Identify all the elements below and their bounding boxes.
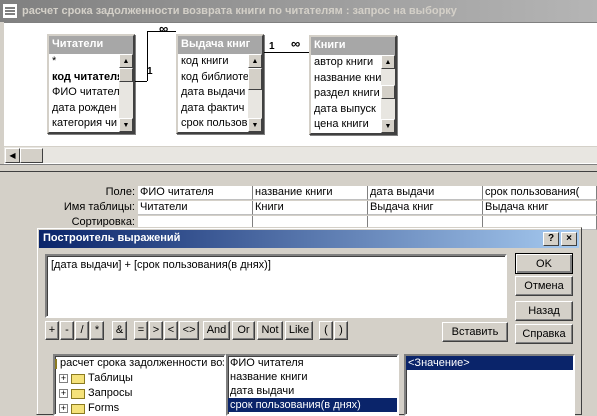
operator-button-and[interactable]: And <box>203 321 230 340</box>
operator-button-divide[interactable]: / <box>75 321 89 340</box>
query-window-title-bar[interactable]: расчет срока задолженности возврата книг… <box>0 0 597 22</box>
table-issues-scrollbar[interactable]: ▲ ▼ <box>248 54 262 132</box>
operator-button-multiply[interactable]: * <box>90 321 104 340</box>
operator-button-minus[interactable]: - <box>60 321 74 340</box>
list-item[interactable]: ФИО читателя <box>228 356 397 370</box>
values-list-pane[interactable]: <Значение> <box>404 354 575 416</box>
relation-line <box>135 81 147 82</box>
tree-item-tables[interactable]: + Таблицы <box>55 371 224 386</box>
table-readers-scrollbar[interactable]: ▲ ▼ <box>119 54 133 132</box>
folder-icon <box>71 388 85 399</box>
relation-many-label: ∞ <box>159 21 169 36</box>
tree-item-label: Таблицы <box>88 372 133 384</box>
operator-button-like[interactable]: Like <box>285 321 313 340</box>
list-item[interactable]: дата выдачи <box>228 384 397 398</box>
grid-cell-table[interactable]: Читатели <box>138 201 253 215</box>
tree-item-label: расчет срока задолженности возврата <box>60 357 224 369</box>
table-issues-fields[interactable]: код книги код библиоте дата выдачи дата … <box>178 54 262 132</box>
operator-button-concat[interactable]: & <box>112 321 127 340</box>
expand-plus-icon[interactable]: + <box>59 404 68 413</box>
expression-text: [дата выдачи] + [срок пользования(в днях… <box>51 259 271 271</box>
design-horizontal-scrollbar[interactable]: ◀ <box>4 146 597 163</box>
fields-list-pane[interactable]: ФИО читателя название книги дата выдачи … <box>226 354 399 416</box>
operator-button-open-paren[interactable]: ( <box>319 321 333 340</box>
relation-line <box>264 52 309 53</box>
relation-one-label: 1 <box>269 41 275 52</box>
list-item-selected[interactable]: <Значение> <box>406 356 573 370</box>
back-button[interactable]: Назад <box>515 301 573 321</box>
scroll-left-arrow-icon[interactable]: ◀ <box>5 148 20 163</box>
folder-icon <box>71 403 85 414</box>
grid-cell-table[interactable]: Выдача книг <box>483 201 597 215</box>
tree-item-label: Запросы <box>88 387 133 399</box>
operator-button-equals[interactable]: = <box>134 321 148 340</box>
scroll-thumb[interactable] <box>381 85 395 99</box>
ok-button[interactable]: OK <box>515 253 573 274</box>
scroll-up-arrow-icon[interactable]: ▲ <box>248 54 262 68</box>
grid-row-label: Поле: <box>105 186 135 198</box>
expression-textbox[interactable]: [дата выдачи] + [срок пользования(в днях… <box>45 254 507 318</box>
close-button[interactable]: × <box>561 232 577 246</box>
operator-button-greater[interactable]: > <box>149 321 163 340</box>
table-readers[interactable]: Читатели * код читателя ФИО читателя дат… <box>47 34 135 134</box>
query-window-title: расчет срока задолженности возврата книг… <box>22 5 457 17</box>
operator-button-or[interactable]: Or <box>232 321 255 340</box>
table-books-scrollbar[interactable]: ▲ ▼ <box>381 55 395 133</box>
cancel-button[interactable]: Отмена <box>515 276 573 296</box>
dialog-title-bar[interactable]: Построитель выражений ? × <box>39 230 579 248</box>
open-folder-icon <box>55 358 57 369</box>
scroll-up-arrow-icon[interactable]: ▲ <box>119 54 133 68</box>
table-books[interactable]: Книги автор книги название книги раздел … <box>309 35 397 135</box>
scroll-thumb[interactable] <box>20 148 43 163</box>
tree-item-label: Forms <box>88 402 120 414</box>
operator-button-plus[interactable]: + <box>45 321 59 340</box>
expression-builder-dialog[interactable]: Построитель выражений ? × [дата выдачи] … <box>36 227 582 416</box>
table-issues-title[interactable]: Выдача книг <box>178 36 262 54</box>
grid-row-label: Имя таблицы: <box>63 201 135 213</box>
scroll-down-arrow-icon[interactable]: ▼ <box>248 118 262 132</box>
tree-item-current-query[interactable]: расчет срока задолженности возврата <box>55 356 224 371</box>
grid-cell-table[interactable]: Книги <box>253 201 368 215</box>
help-button[interactable]: Справка <box>515 324 573 344</box>
table-design-area[interactable]: Читатели * код читателя ФИО читателя дат… <box>4 21 597 166</box>
grid-cell-field[interactable]: срок пользования( <box>483 186 597 200</box>
table-issues[interactable]: Выдача книг код книги код библиоте дата … <box>176 34 264 134</box>
tree-item-forms[interactable]: + Forms <box>55 401 224 414</box>
scroll-down-arrow-icon[interactable]: ▼ <box>381 119 395 133</box>
grid-cell-field[interactable]: дата выдачи <box>368 186 483 200</box>
paste-button[interactable]: Вставить <box>442 322 508 342</box>
expand-plus-icon[interactable]: + <box>59 389 68 398</box>
grid-cell-field[interactable]: ФИО читателя <box>138 186 253 200</box>
list-item[interactable]: название книги <box>228 370 397 384</box>
dialog-title: Построитель выражений <box>43 232 181 244</box>
scroll-thumb[interactable] <box>248 68 262 90</box>
list-item-selected[interactable]: срок пользования(в днях) <box>228 398 397 412</box>
operator-button-not-equal[interactable]: <> <box>179 321 199 340</box>
scroll-down-arrow-icon[interactable]: ▼ <box>119 118 133 132</box>
scroll-thumb[interactable] <box>119 68 133 82</box>
object-tree-pane[interactable]: расчет срока задолженности возврата + Та… <box>53 354 226 416</box>
help-title-button[interactable]: ? <box>543 232 559 246</box>
grid-cell-table[interactable]: Выдача книг <box>368 201 483 215</box>
pane-splitter[interactable] <box>0 164 597 172</box>
folder-icon <box>71 373 85 384</box>
scroll-up-arrow-icon[interactable]: ▲ <box>381 55 395 69</box>
operator-button-not[interactable]: Not <box>257 321 283 340</box>
table-readers-title[interactable]: Читатели <box>49 36 133 54</box>
operator-button-less[interactable]: < <box>164 321 178 340</box>
table-books-fields[interactable]: автор книги название книги раздел книги … <box>311 55 395 133</box>
relation-many-label: ∞ <box>291 36 301 51</box>
table-readers-fields[interactable]: * код читателя ФИО читателя дата рожден … <box>49 54 133 132</box>
query-window-icon <box>2 3 18 19</box>
table-books-title[interactable]: Книги <box>311 37 395 55</box>
tree-item-queries[interactable]: + Запросы <box>55 386 224 401</box>
expand-plus-icon[interactable]: + <box>59 374 68 383</box>
relation-one-label: 1 <box>147 66 153 77</box>
grid-cell-field[interactable]: название книги <box>253 186 368 200</box>
operator-button-close-paren[interactable]: ) <box>334 321 348 340</box>
